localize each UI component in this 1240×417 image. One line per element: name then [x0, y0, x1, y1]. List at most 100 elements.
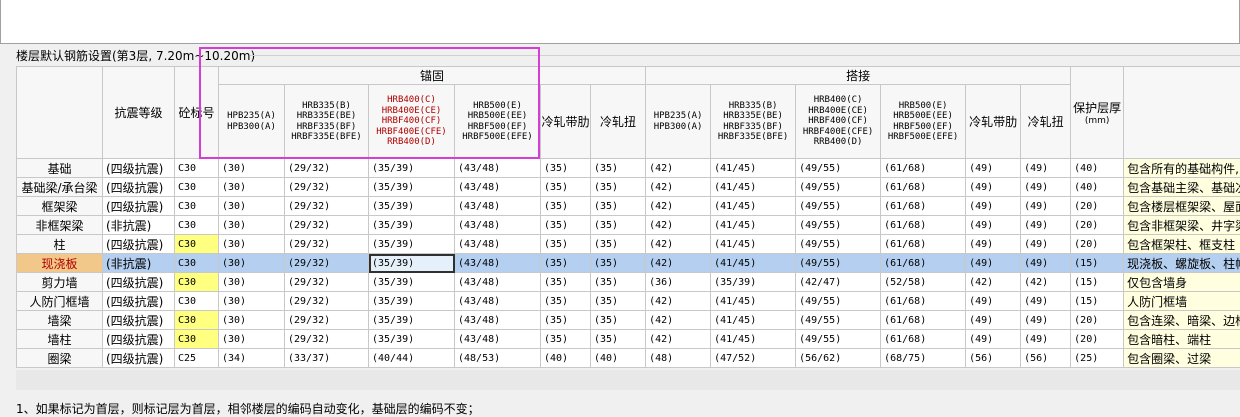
desc-cell[interactable]: 现浇板、螺旋板、柱帽 [1124, 254, 1240, 273]
anchor-cell[interactable]: (48/53) [455, 349, 541, 368]
concrete-cell[interactable]: C30 [175, 330, 219, 349]
seismic-cell[interactable]: (四级抗震) [103, 197, 175, 216]
cover-cell[interactable]: (20) [1071, 330, 1124, 349]
concrete-cell[interactable]: C30 [175, 197, 219, 216]
row-name[interactable]: 剪力墙 [17, 273, 103, 292]
lap-cell[interactable]: (41/45) [711, 254, 796, 273]
lap-cell[interactable]: (49) [966, 292, 1021, 311]
anchor-cell[interactable]: (30) [219, 311, 285, 330]
lap-cell[interactable]: (49) [966, 330, 1021, 349]
lap-header-cold-ribbed[interactable]: 冷轧带肋 [966, 85, 1021, 159]
anchor-cell[interactable]: (43/48) [455, 235, 541, 254]
desc-cell[interactable]: 包含圈梁、过梁 [1124, 349, 1240, 368]
cover-cell[interactable]: (20) [1071, 235, 1124, 254]
anchor-cell[interactable]: (35) [541, 216, 591, 235]
seismic-cell[interactable]: (非抗震) [103, 254, 175, 273]
desc-cell[interactable]: 包含楼层框架梁、屋面 [1124, 197, 1240, 216]
lap-cell[interactable]: (49/55) [796, 216, 881, 235]
lap-cell[interactable]: (41/45) [711, 330, 796, 349]
cover-cell[interactable]: (40) [1071, 178, 1124, 197]
table-row[interactable]: 现浇板(非抗震)C30(30)(29/32)(35/39)(43/48)(35)… [17, 254, 1240, 273]
anchor-header-hrb335[interactable]: HRB335(B) HRB335E(BE) HRBF335(BF) HRBF33… [285, 85, 369, 159]
row-name[interactable]: 墙柱 [17, 330, 103, 349]
lap-cell[interactable]: (49) [966, 235, 1021, 254]
lap-cell[interactable]: (42) [1021, 273, 1071, 292]
anchor-cell[interactable]: (29/32) [285, 197, 369, 216]
lap-cell[interactable]: (41/45) [711, 159, 796, 178]
anchor-cell[interactable]: (35) [591, 235, 646, 254]
lap-cell[interactable]: (42/47) [796, 273, 881, 292]
cover-cell[interactable]: (20) [1071, 216, 1124, 235]
lap-cell[interactable]: (49) [966, 254, 1021, 273]
lap-cell[interactable]: (42) [966, 273, 1021, 292]
lap-cell[interactable]: (49/55) [796, 311, 881, 330]
lap-cell[interactable]: (61/68) [881, 197, 966, 216]
concrete-cell[interactable]: C30 [175, 273, 219, 292]
lap-cell[interactable]: (49/55) [796, 330, 881, 349]
anchor-cell[interactable]: (30) [219, 159, 285, 178]
anchor-cell[interactable]: (35) [541, 197, 591, 216]
anchor-cell[interactable]: (40) [591, 349, 646, 368]
lap-cell[interactable]: (61/68) [881, 178, 966, 197]
anchor-cell[interactable]: (35) [541, 178, 591, 197]
lap-header-hrb500[interactable]: HRB500(E) HRB500E(EE) HRBF500(EF) HRBF50… [881, 85, 966, 159]
concrete-cell[interactable]: C30 [175, 254, 219, 273]
anchor-cell[interactable]: (30) [219, 254, 285, 273]
table-row[interactable]: 墙梁(四级抗震)C30(30)(29/32)(35/39)(43/48)(35)… [17, 311, 1240, 330]
row-name[interactable]: 现浇板 [17, 254, 103, 273]
anchor-cell[interactable]: (35) [591, 216, 646, 235]
anchor-cell[interactable]: (30) [219, 216, 285, 235]
row-name[interactable]: 圈梁 [17, 349, 103, 368]
lap-cell[interactable]: (61/68) [881, 330, 966, 349]
desc-cell[interactable]: 包含连梁、暗梁、边框 [1124, 311, 1240, 330]
lap-cell[interactable]: (49/55) [796, 235, 881, 254]
anchor-cell[interactable]: (35) [541, 159, 591, 178]
lap-cell[interactable]: (42) [646, 178, 711, 197]
row-name[interactable]: 基础 [17, 159, 103, 178]
lap-cell[interactable]: (61/68) [881, 254, 966, 273]
anchor-cell[interactable]: (29/32) [285, 311, 369, 330]
lap-cell[interactable]: (42) [646, 254, 711, 273]
row-name[interactable]: 墙梁 [17, 311, 103, 330]
seismic-cell[interactable]: (四级抗震) [103, 330, 175, 349]
lap-cell[interactable]: (42) [646, 311, 711, 330]
anchor-cell[interactable]: (43/48) [455, 292, 541, 311]
anchor-cell[interactable]: (29/32) [285, 235, 369, 254]
lap-cell[interactable]: (49) [966, 159, 1021, 178]
anchor-cell[interactable]: (30) [219, 178, 285, 197]
anchor-cell[interactable]: (35/39) [369, 159, 455, 178]
anchor-cell[interactable]: (35) [541, 273, 591, 292]
row-name[interactable]: 柱 [17, 235, 103, 254]
anchor-cell[interactable]: (29/32) [285, 330, 369, 349]
lap-cell[interactable]: (49) [1021, 330, 1071, 349]
desc-cell[interactable]: 包含所有的基础构件, [1124, 159, 1240, 178]
lap-cell[interactable]: (49) [1021, 292, 1071, 311]
lap-cell[interactable]: (42) [646, 235, 711, 254]
lap-cell[interactable]: (49/55) [796, 197, 881, 216]
lap-cell[interactable]: (49) [1021, 178, 1071, 197]
anchor-cell[interactable]: (35/39) [369, 330, 455, 349]
lap-cell[interactable]: (42) [646, 292, 711, 311]
cover-cell[interactable]: (15) [1071, 273, 1124, 292]
lap-cell[interactable]: (49) [966, 178, 1021, 197]
lap-header-hpb[interactable]: HPB235(A) HPB300(A) [646, 85, 711, 159]
lap-cell[interactable]: (49) [1021, 311, 1071, 330]
concrete-cell[interactable]: C25 [175, 349, 219, 368]
lap-cell[interactable]: (41/45) [711, 292, 796, 311]
table-row[interactable]: 剪力墙(四级抗震)C30(30)(29/32)(35/39)(43/48)(35… [17, 273, 1240, 292]
row-name[interactable]: 非框架梁 [17, 216, 103, 235]
row-name[interactable]: 基础梁/承台梁 [17, 178, 103, 197]
anchor-cell[interactable]: (35/39) [369, 235, 455, 254]
table-row[interactable]: 非框架梁(非抗震)C30(30)(29/32)(35/39)(43/48)(35… [17, 216, 1240, 235]
anchor-cell[interactable]: (40) [541, 349, 591, 368]
table-row[interactable]: 柱(四级抗震)C30(30)(29/32)(35/39)(43/48)(35)(… [17, 235, 1240, 254]
anchor-cell[interactable]: (35/39) [369, 178, 455, 197]
cover-cell[interactable]: (40) [1071, 159, 1124, 178]
anchor-header-hpb[interactable]: HPB235(A) HPB300(A) [219, 85, 285, 159]
desc-cell[interactable]: 包含基础主梁、基础次 [1124, 178, 1240, 197]
lap-cell[interactable]: (61/68) [881, 311, 966, 330]
anchor-cell[interactable]: (43/48) [455, 273, 541, 292]
anchor-cell[interactable]: (29/32) [285, 159, 369, 178]
lap-cell[interactable]: (36) [646, 273, 711, 292]
lap-cell[interactable]: (41/45) [711, 235, 796, 254]
